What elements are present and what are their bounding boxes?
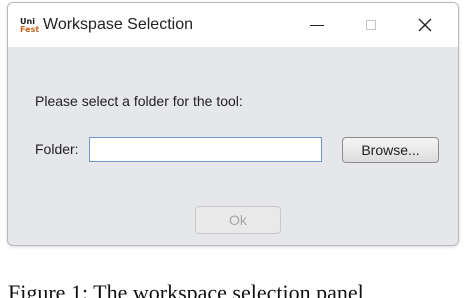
minimize-icon bbox=[310, 24, 324, 26]
instruction-text: Please select a folder for the tool: bbox=[35, 93, 243, 109]
app-logo-icon: Uni Fest bbox=[20, 18, 40, 36]
workspace-selection-window: Uni Fest Workspase Selection Please sele… bbox=[7, 2, 459, 246]
folder-label: Folder: bbox=[35, 141, 79, 157]
maximize-button[interactable] bbox=[348, 3, 394, 47]
window-title: Workspase Selection bbox=[43, 16, 193, 33]
figure-caption: Figure 1: The workspace selection panel bbox=[8, 280, 364, 298]
folder-path-input[interactable] bbox=[89, 137, 322, 162]
title-bar[interactable]: Uni Fest Workspase Selection bbox=[8, 3, 458, 47]
page: Uni Fest Workspase Selection Please sele… bbox=[0, 0, 470, 298]
maximize-icon bbox=[366, 20, 376, 30]
ok-button[interactable]: Ok bbox=[195, 206, 281, 234]
minimize-button[interactable] bbox=[294, 3, 340, 47]
close-button[interactable] bbox=[402, 3, 448, 47]
app-logo-line-2: Fest bbox=[20, 25, 40, 34]
browse-button[interactable]: Browse... bbox=[342, 137, 439, 163]
close-icon bbox=[418, 18, 432, 32]
